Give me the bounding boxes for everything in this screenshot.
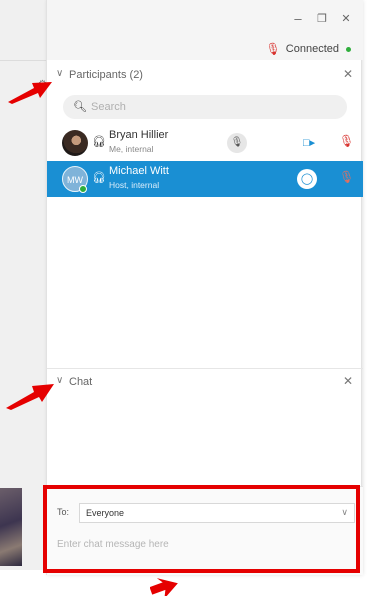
close-chat-button[interactable]: ✕ (343, 374, 353, 388)
side-panel: – ❐ ✕ 🎙︎ Connected ∨ Participants (2) ✕ … (46, 0, 363, 575)
participant-row-bryan-hillier[interactable]: 🎧︎ Bryan Hillier Me, internal 🎙︎ □▸ 🎙︎ (47, 125, 363, 161)
headset-icon: 🎧︎ (92, 172, 106, 184)
status-bar: 🎙︎ Connected (47, 38, 363, 60)
microphone-icon: 🎙︎ (265, 42, 281, 56)
participant-name: Michael Witt (109, 165, 169, 177)
connected-indicator-icon (346, 46, 351, 52)
chat-title: Chat (69, 376, 93, 388)
chat-header[interactable]: ∨ Chat ✕ (47, 369, 363, 395)
microphone-icon[interactable]: 🎙︎ (339, 170, 354, 184)
participants-title: Participants (2) (69, 69, 143, 81)
avatar (62, 130, 88, 156)
restore-button[interactable]: ❐ (315, 12, 329, 26)
participant-search[interactable]: 🔍︎ (63, 95, 347, 119)
search-input[interactable] (91, 98, 331, 116)
presence-icon (79, 185, 87, 193)
chat-message-input[interactable] (57, 531, 347, 557)
participants-header[interactable]: ∨ Participants (2) ✕ (47, 62, 363, 88)
microphone-icon[interactable]: 🎙︎ (339, 134, 354, 148)
chevron-down-icon[interactable]: ∨ (56, 68, 63, 79)
video-camera-icon[interactable]: □▸ (303, 136, 315, 149)
connection-status-text: Connected (285, 43, 339, 55)
recipient-value: Everyone (86, 508, 125, 518)
participant-role: Host, internal (109, 180, 160, 190)
participant-row-michael-witt[interactable]: MW 🎧︎ Michael Witt Host, internal ◯ 🎙︎ (47, 161, 363, 197)
search-icon: 🔍︎ (73, 101, 87, 113)
private-chat-button[interactable]: ◯ (297, 169, 317, 189)
annotation-arrow (150, 578, 178, 596)
recipient-label: To: (57, 507, 70, 517)
chevron-down-icon: ∨ (341, 507, 348, 517)
chat-compose-area: To: Everyone ∨ (47, 486, 363, 575)
participant-name: Bryan Hillier (109, 129, 169, 141)
participant-role: Me, internal (109, 144, 154, 154)
recipient-select[interactable]: Everyone ∨ (79, 503, 355, 523)
minimize-button[interactable]: – (291, 12, 305, 26)
chevron-down-icon[interactable]: ∨ (56, 375, 63, 386)
background-divider (0, 60, 46, 61)
headset-icon: 🎧︎ (92, 136, 106, 148)
recipient-row: To: Everyone ∨ (57, 503, 355, 523)
connection-status: 🎙︎ Connected (266, 42, 351, 56)
title-bar: – ❐ ✕ (47, 0, 363, 38)
mute-all-button[interactable]: 🎙︎ (227, 133, 247, 153)
video-thumbnail (0, 488, 22, 566)
close-participants-button[interactable]: ✕ (343, 67, 353, 81)
close-window-button[interactable]: ✕ (339, 12, 353, 26)
